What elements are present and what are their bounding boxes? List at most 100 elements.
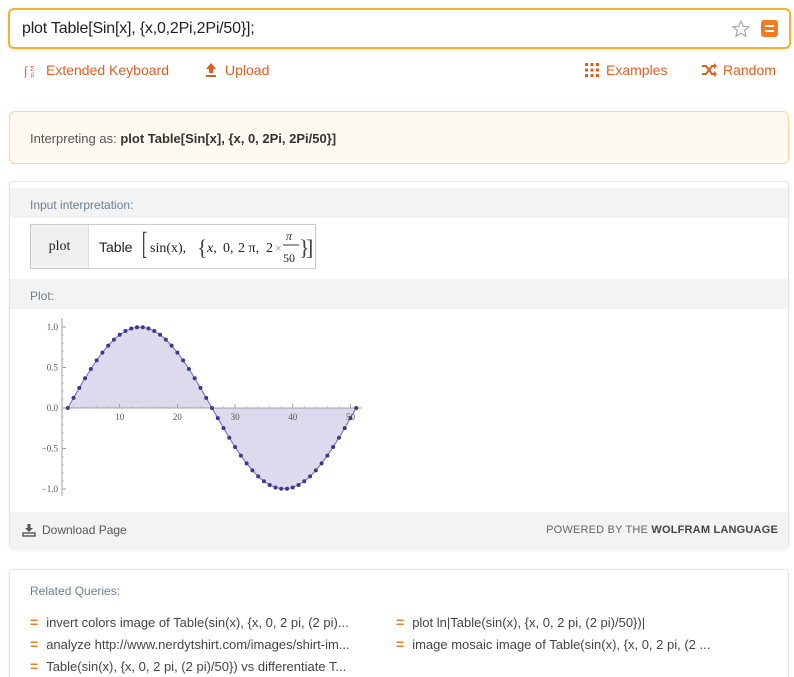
interpretation-prefix: Interpreting as: — [30, 131, 117, 146]
examples-label: Examples — [606, 62, 668, 78]
interpretation-value: plot Table[Sin[x], {x, 0, 2Pi, 2Pi/50}] — [120, 131, 337, 146]
data-point — [261, 479, 266, 484]
data-point — [71, 395, 76, 400]
svg-text:[: [ — [142, 227, 148, 261]
data-point — [123, 329, 128, 334]
x-tick-label: 10 — [115, 412, 125, 422]
related-query-item[interactable]: = Table(sin(x), {x, 0, 2 pi, (2 pi)/50})… — [30, 658, 346, 674]
data-point — [348, 416, 353, 421]
data-point — [267, 482, 272, 487]
y-tick-label: 1.0 — [47, 322, 59, 332]
related-queries-card: Related Queries: = invert colors image o… — [9, 569, 789, 677]
related-query-item[interactable]: = invert colors image of Table(sin(x), {… — [30, 614, 349, 630]
examples-button[interactable]: Examples — [584, 62, 667, 78]
random-button[interactable]: Random — [701, 62, 776, 78]
search-input[interactable]: plot Table[Sin[x], {x,0,2Pi,2Pi/50}]; — [22, 20, 255, 38]
data-point — [233, 445, 238, 450]
y-tick-label: −0.5 — [42, 443, 59, 453]
data-point — [273, 485, 278, 490]
x-tick-label: 20 — [173, 412, 183, 422]
equals-icon: = — [30, 614, 39, 630]
data-point — [285, 486, 289, 491]
data-point — [302, 479, 307, 484]
data-point — [319, 461, 324, 466]
extended-keyboard-label: Extended Keyboard — [46, 62, 169, 78]
grid-icon — [585, 63, 599, 77]
input-pod-header: Input interpretation: — [10, 188, 788, 218]
data-point — [313, 468, 318, 473]
sine-plot: 1.00.50.0−0.5−1.01020304050 — [42, 318, 362, 496]
data-point — [135, 325, 139, 330]
data-point — [65, 406, 70, 410]
data-point — [100, 350, 105, 355]
data-point — [146, 326, 151, 331]
data-point — [198, 385, 203, 390]
powered-prefix: POWERED BY THE — [546, 524, 649, 536]
input-pod-title: Input interpretation: — [30, 198, 134, 212]
svg-text:β: β — [31, 73, 35, 78]
data-point — [210, 406, 214, 410]
data-point — [111, 337, 116, 342]
data-point — [221, 426, 226, 431]
data-point — [296, 482, 301, 487]
input-expression: Table [ sin(x), { x, 0, 2 π, 2 × π 50 } … — [99, 227, 313, 265]
data-point — [140, 325, 145, 330]
data-point — [129, 326, 134, 331]
data-point — [308, 474, 313, 479]
related-query-item[interactable]: = image mosaic image of Table(sin(x), {x… — [396, 636, 710, 652]
interpretation-banner: Interpreting as: plot Table[Sin[x], {x, … — [9, 111, 789, 164]
plot-pod-header: Plot: — [10, 279, 788, 309]
data-point — [244, 461, 249, 466]
expr-two: 2 — [266, 241, 273, 256]
results-footer: Download Page POWERED BY THE WOLFRAM LAN… — [10, 512, 788, 549]
expr-pi: π — [286, 229, 293, 243]
download-icon — [22, 524, 36, 537]
expr-zero: 0, — [223, 241, 234, 256]
extended-keyboard-button[interactable]: ∫ Σ β Extended Keyboard — [24, 62, 169, 78]
search-bar[interactable]: plot Table[Sin[x], {x,0,2Pi,2Pi/50}]; — [8, 8, 791, 49]
keyboard-icon: ∫ Σ β — [24, 63, 35, 78]
star-icon[interactable] — [731, 19, 751, 39]
equals-icon: = — [30, 636, 39, 652]
y-tick-label: −1.0 — [42, 484, 59, 494]
toolbar: ∫ Σ β Extended Keyboard Upload Examples — [0, 62, 794, 82]
shuffle-icon — [702, 63, 717, 77]
svg-text:{: { — [197, 235, 208, 260]
related-query-item[interactable]: = analyze http://www.nerdytshirt.com/ima… — [30, 636, 350, 652]
related-query-text: Table(sin(x), {x, 0, 2 pi, (2 pi)/50}) v… — [46, 658, 347, 674]
equals-icon: = — [396, 614, 405, 630]
powered-by: POWERED BY THE WOLFRAM LANGUAGE — [546, 524, 778, 536]
data-point — [83, 376, 88, 381]
data-point — [336, 435, 341, 440]
data-point — [215, 416, 220, 421]
data-point — [204, 395, 209, 400]
data-point — [186, 366, 191, 371]
data-point — [77, 385, 82, 390]
data-point — [256, 474, 261, 479]
data-point — [238, 453, 243, 458]
download-page-label: Download Page — [42, 523, 127, 537]
related-queries-title: Related Queries: — [30, 584, 121, 598]
compute-button[interactable] — [761, 20, 778, 37]
upload-icon — [206, 63, 216, 77]
x-tick-label: 30 — [231, 412, 241, 422]
data-point — [279, 486, 284, 491]
data-point — [342, 426, 347, 431]
data-point — [192, 376, 197, 381]
data-point — [181, 358, 186, 363]
download-page-button[interactable]: Download Page — [22, 523, 127, 537]
upload-label: Upload — [225, 62, 270, 78]
related-query-item[interactable]: = plot ln|Table(sin(x), {x, 0, 2 pi, (2 … — [396, 614, 645, 630]
related-query-text: plot ln|Table(sin(x), {x, 0, 2 pi, (2 pi… — [412, 614, 646, 630]
svg-text:]: ] — [306, 235, 313, 260]
data-point — [169, 343, 174, 348]
upload-button[interactable]: Upload — [203, 62, 269, 78]
input-label: plot — [31, 225, 89, 268]
data-point — [175, 350, 180, 355]
results-card: Input interpretation: plot Table [ sin(x… — [9, 181, 789, 549]
random-label: Random — [723, 62, 776, 78]
related-query-text: image mosaic image of Table(sin(x), {x, … — [412, 636, 711, 652]
data-point — [117, 332, 122, 337]
data-point — [94, 358, 99, 363]
data-point — [250, 468, 255, 473]
